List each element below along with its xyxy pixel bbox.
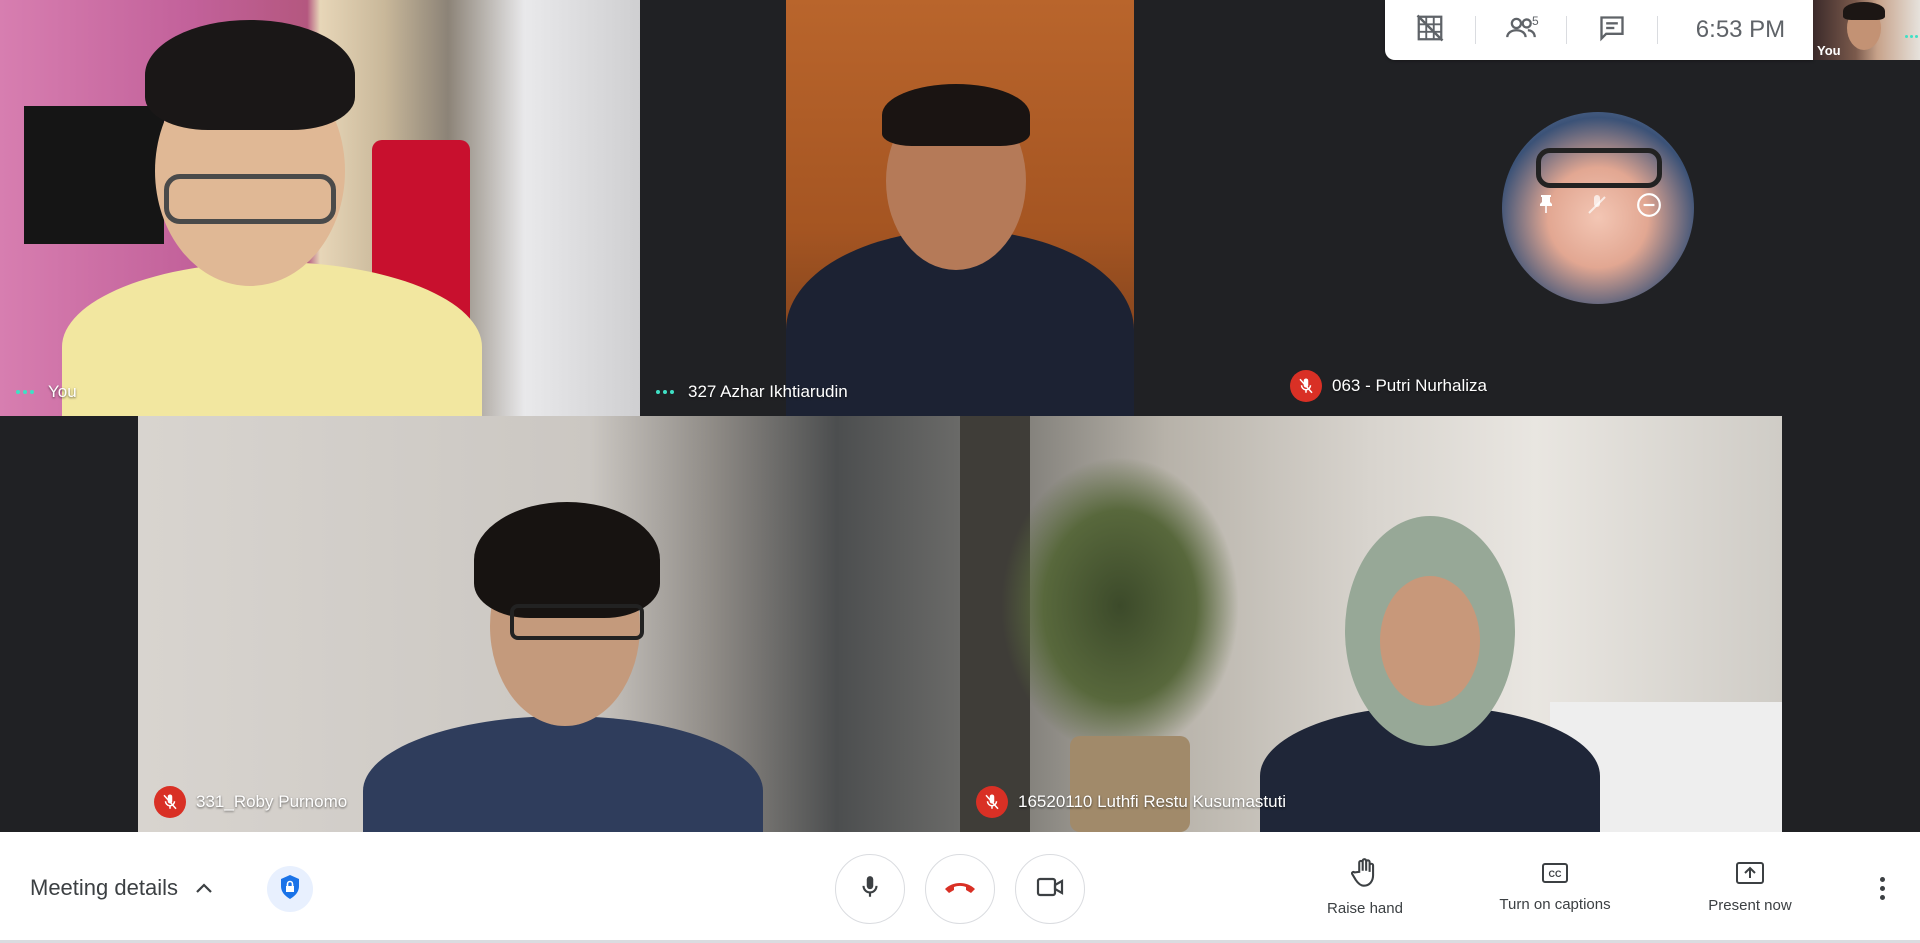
shield-lock-icon — [279, 874, 301, 905]
self-view-thumbnail[interactable]: You — [1813, 0, 1920, 60]
participants-count: 5 — [1532, 14, 1539, 28]
captions-button[interactable]: CC Turn on captions — [1480, 832, 1630, 943]
pin-icon[interactable] — [1534, 193, 1558, 222]
participant-video — [0, 0, 640, 416]
chevron-up-icon — [194, 875, 214, 901]
meeting-details-label: Meeting details — [30, 874, 178, 900]
speaking-indicator-icon — [656, 390, 674, 394]
meeting-details-button[interactable]: Meeting details — [30, 832, 214, 943]
remove-participant-icon[interactable] — [1636, 192, 1662, 223]
mic-off-icon — [1290, 370, 1322, 402]
participant-name: You — [16, 382, 77, 402]
participant-video — [960, 416, 1782, 832]
present-now-label: Present now — [1708, 897, 1792, 914]
more-options-button[interactable] — [1870, 868, 1894, 908]
more-vert-icon — [1879, 876, 1885, 882]
hang-up-icon — [943, 877, 977, 902]
participant-tile-you[interactable]: You — [0, 0, 640, 416]
camera-button[interactable] — [1015, 854, 1085, 924]
microphone-button[interactable] — [835, 854, 905, 924]
participant-video — [786, 0, 1134, 416]
participant-name: 16520110 Luthfi Restu Kusumastuti — [976, 786, 1286, 818]
captions-label: Turn on captions — [1499, 896, 1611, 913]
raise-hand-button[interactable]: Raise hand — [1320, 832, 1410, 943]
participant-name: 331_Roby Purnomo — [154, 786, 347, 818]
participant-name-label: 16520110 Luthfi Restu Kusumastuti — [1018, 792, 1287, 811]
self-view-label: You — [1817, 43, 1841, 58]
participant-name-label: You — [48, 382, 77, 401]
mic-off-icon — [976, 786, 1008, 818]
participant-name: 327 Azhar Ikhtiarudin — [656, 382, 848, 402]
participant-name-label: 327 Azhar Ikhtiarudin — [688, 382, 848, 401]
participant-name-label: 331_Roby Purnomo — [196, 792, 348, 811]
leave-call-button[interactable] — [925, 854, 995, 924]
chat-icon — [1598, 14, 1626, 47]
present-screen-icon — [1735, 861, 1765, 889]
speaking-indicator-icon — [16, 390, 34, 394]
mic-off-icon — [154, 786, 186, 818]
video-grid: You 327 Azhar Ikhtiarudin 063 - Putri Nu… — [0, 0, 1920, 832]
svg-text:CC: CC — [1549, 869, 1562, 879]
clock-time: 6:53 PM — [1695, 16, 1786, 43]
hand-icon — [1351, 858, 1379, 892]
present-now-button[interactable]: Present now — [1690, 832, 1810, 943]
raise-hand-label: Raise hand — [1327, 900, 1403, 917]
bottom-controls-bar: Meeting details Raise hand CC Turn on ca… — [0, 832, 1920, 943]
tile-hover-tools — [1534, 192, 1662, 223]
host-controls-button[interactable] — [267, 866, 313, 912]
participant-video — [138, 416, 960, 832]
participant-tile-luthfi[interactable]: 16520110 Luthfi Restu Kusumastuti — [960, 416, 1782, 832]
mute-participant-icon[interactable] — [1585, 193, 1609, 222]
grid-off-icon — [1415, 13, 1445, 48]
participants-button[interactable]: 5 — [1476, 0, 1566, 60]
video-camera-icon — [1036, 876, 1064, 903]
speaking-indicator-icon — [1905, 35, 1918, 38]
chat-button[interactable] — [1567, 0, 1657, 60]
participant-tile-roby[interactable]: 331_Roby Purnomo — [138, 416, 960, 832]
participant-name-label: 063 - Putri Nurhaliza — [1332, 376, 1487, 395]
microphone-icon — [857, 874, 883, 905]
participant-tile-azhar[interactable]: 327 Azhar Ikhtiarudin — [640, 0, 1280, 416]
top-controls-bar: 5 6:53 PM — [1385, 0, 1813, 60]
closed-captions-icon: CC — [1541, 862, 1569, 888]
layout-grid-button[interactable] — [1385, 0, 1475, 60]
participant-name: 063 - Putri Nurhaliza — [1290, 370, 1487, 402]
